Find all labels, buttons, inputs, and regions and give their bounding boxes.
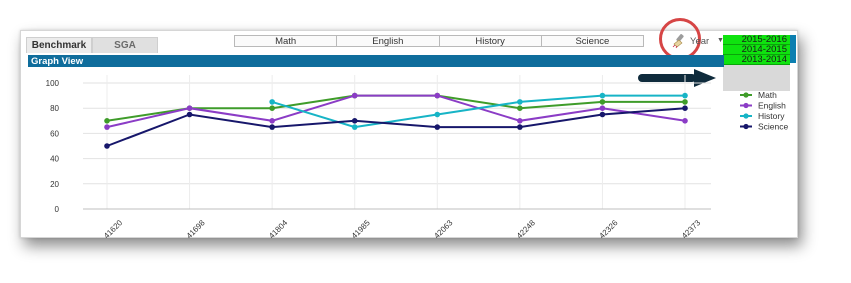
data-point-english — [682, 118, 688, 124]
legend-label-science: Science — [758, 122, 789, 132]
data-point-history — [682, 92, 688, 99]
data-point-english — [599, 105, 606, 111]
legend-marker-english — [743, 102, 749, 109]
legend-marker-history — [743, 113, 749, 119]
x-tick-label: 41804 — [267, 218, 289, 239]
legend-label-math: Math — [758, 90, 777, 100]
data-point-english — [269, 118, 275, 124]
data-point-english — [434, 92, 441, 99]
data-point-history — [351, 124, 358, 130]
x-tick-label: 42063 — [432, 218, 454, 239]
data-point-history — [599, 92, 606, 99]
data-point-english — [517, 118, 523, 124]
data-point-english — [104, 124, 110, 130]
data-point-english — [351, 92, 358, 99]
data-point-math — [104, 118, 110, 124]
line-chart: 0 20 40 60 80 100 41620 41698 41804 41985 42063 422… — [46, 75, 789, 239]
x-tick-label: 42326 — [597, 218, 619, 239]
y-tick-label: 80 — [50, 104, 59, 113]
y-tick-label: 40 — [50, 155, 59, 164]
y-tick-label: 100 — [46, 79, 60, 88]
data-point-science — [186, 111, 193, 118]
legend-marker-science — [743, 123, 749, 130]
data-point-science — [434, 124, 441, 130]
data-point-science — [269, 124, 275, 130]
data-point-science — [682, 105, 688, 111]
data-point-math — [682, 99, 688, 105]
data-point-math — [269, 105, 275, 111]
x-tick-label: 41620 — [102, 218, 124, 239]
benchmark-window: Benchmark SGA Math English History Scien… — [20, 18, 798, 239]
x-tick-label: 42248 — [515, 218, 537, 239]
x-tick-label: 41698 — [185, 218, 207, 239]
data-point-history — [434, 111, 441, 118]
legend-label-history: History — [758, 111, 785, 121]
y-tick-label: 20 — [50, 180, 59, 189]
data-point-history — [517, 99, 523, 105]
x-tick-label: 41985 — [350, 218, 372, 239]
series-line-science — [106, 107, 686, 147]
data-point-science — [599, 111, 606, 118]
data-point-science — [104, 143, 110, 149]
series-line-english — [106, 94, 686, 129]
data-point-english — [186, 105, 193, 111]
data-point-science — [517, 124, 523, 130]
data-point-science — [351, 118, 358, 124]
x-tick-label: 42373 — [680, 218, 702, 239]
legend-label-english: English — [758, 101, 786, 111]
data-point-math — [599, 99, 606, 105]
y-tick-label: 0 — [55, 205, 60, 214]
data-point-history — [269, 99, 275, 105]
y-tick-label: 60 — [50, 129, 59, 138]
legend-marker-math — [743, 92, 749, 98]
data-point-math — [517, 105, 523, 111]
